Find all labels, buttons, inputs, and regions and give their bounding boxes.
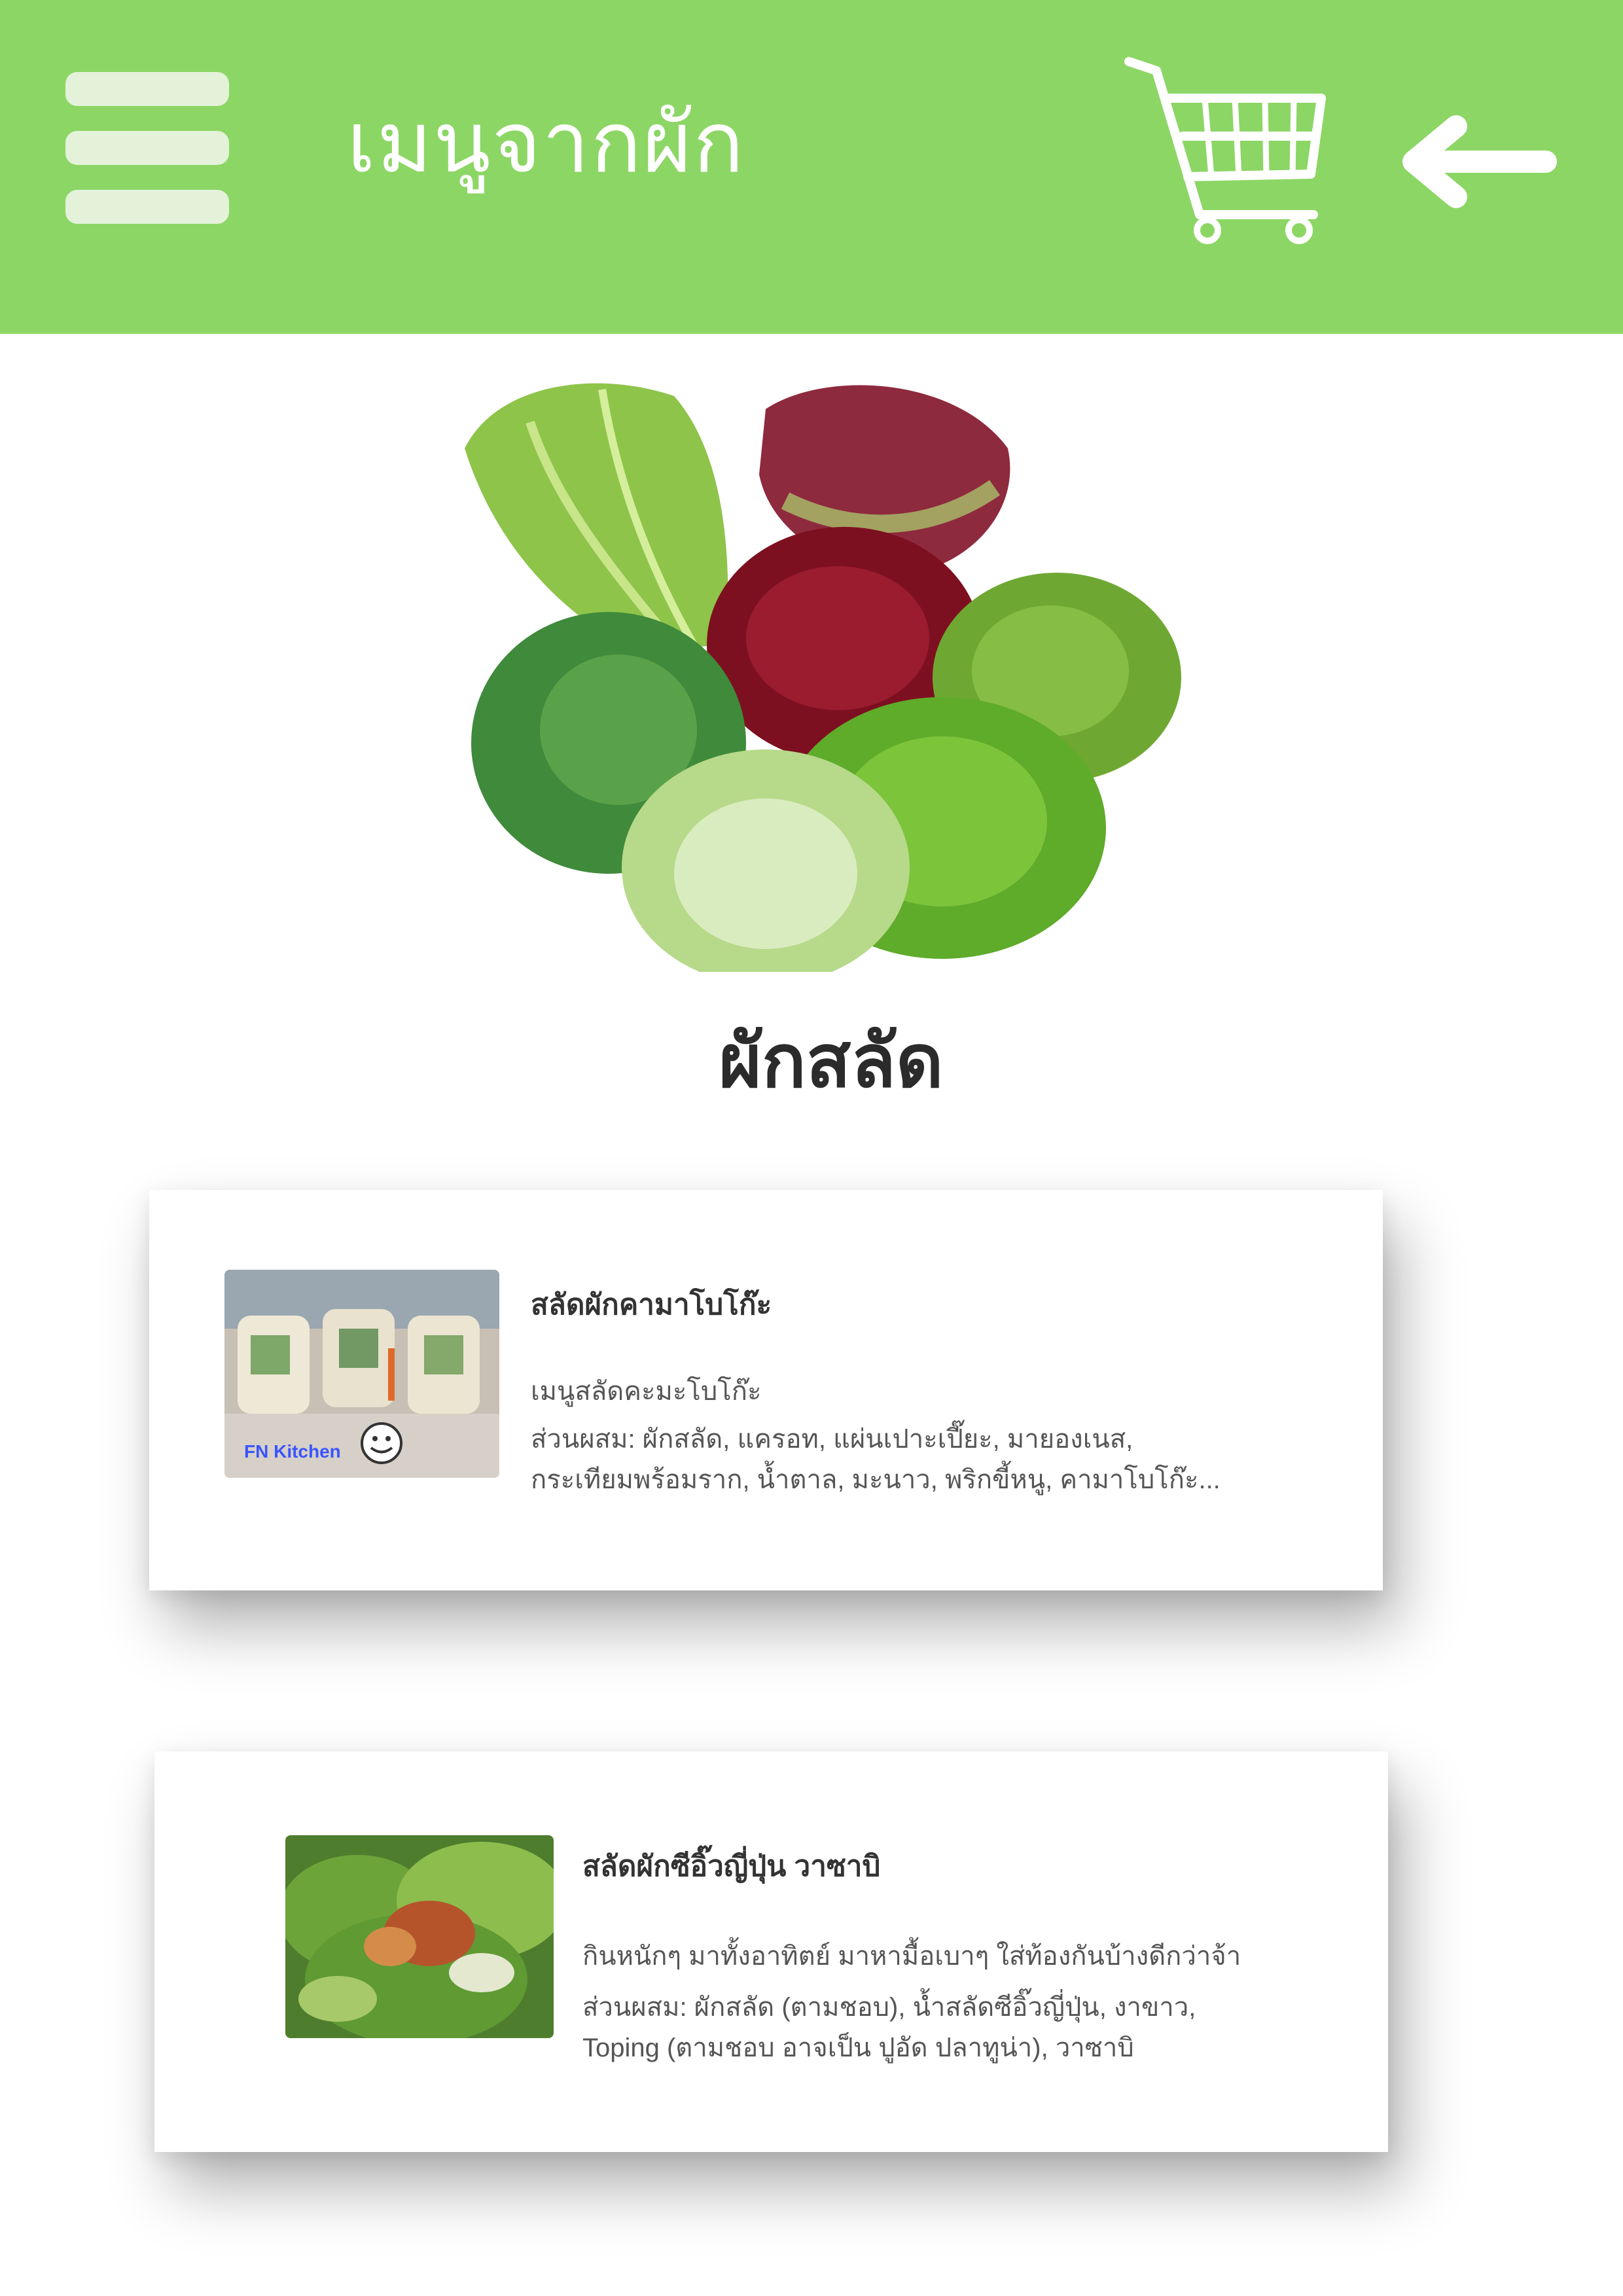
recipe-card[interactable]: สลัดผักซีอิ๊วญี่ปุ่น วาซาบิ กินหนักๆ มาท… [154,1751,1388,2152]
recipe-ingredients: ส่วนผสม: ผักสลัด, แครอท, แผ่นเปาะเปี๊ยะ,… [531,1419,1251,1500]
category-title: ผักสลัด [719,1019,944,1104]
ingredients-line: Toping (ตามชอบ อาจเป็น ปูอัด ปลาทูน่า), … [582,2034,1134,2062]
ingredients-line: ส่วนผสม: ผักสลัด, แครอท, แผ่นเปาะเปี๊ยะ,… [531,1425,1133,1454]
recipe-ingredients: ส่วนผสม: ผักสลัด (ตามชอบ), น้ำสลัดซีอิ๊ว… [582,1987,1302,2068]
recipe-description: เมนูสลัดคะมะโบโก๊ะ [531,1377,762,1406]
ingredients-line: ส่วนผสม: ผักสลัด (ตามชอบ), น้ำสลัดซีอิ๊ว… [582,1993,1196,2022]
page-title: เมนูจากผัก [347,94,745,192]
menu-bar [65,131,229,165]
menu-bar [65,72,229,106]
recipe-title[interactable]: สลัดผักซีอิ๊วญี่ปุ่น วาซาบิ [582,1843,880,1889]
ingredients-line: กระเทียมพร้อมราก, น้ำตาล, มะนาว, พริกขี้… [531,1465,1221,1494]
app-header: เมนูจากผัก [0,0,1623,334]
lettuce-varieties-photo [458,370,1211,985]
salad-roll-photo: FN Kitchen [224,1270,499,1478]
menu-bar [65,190,229,224]
recipe-card[interactable]: FN Kitchen สลัดผักคามาโบโก๊ะ เมนูสลัดคะม… [149,1190,1383,1590]
recipe-title[interactable]: สลัดผักคามาโบโก๊ะ [531,1282,772,1327]
thumbnail-watermark: FN Kitchen [244,1441,341,1462]
shopping-cart-icon[interactable] [1122,52,1332,249]
back-arrow-icon[interactable] [1400,115,1561,209]
green-salad-photo [285,1835,554,2038]
recipe-description: กินหนักๆ มาทั้งอาทิตย์ มาหามื้อเบาๆ ใส่ท… [582,1942,1241,1971]
hamburger-menu-icon[interactable] [65,72,229,224]
